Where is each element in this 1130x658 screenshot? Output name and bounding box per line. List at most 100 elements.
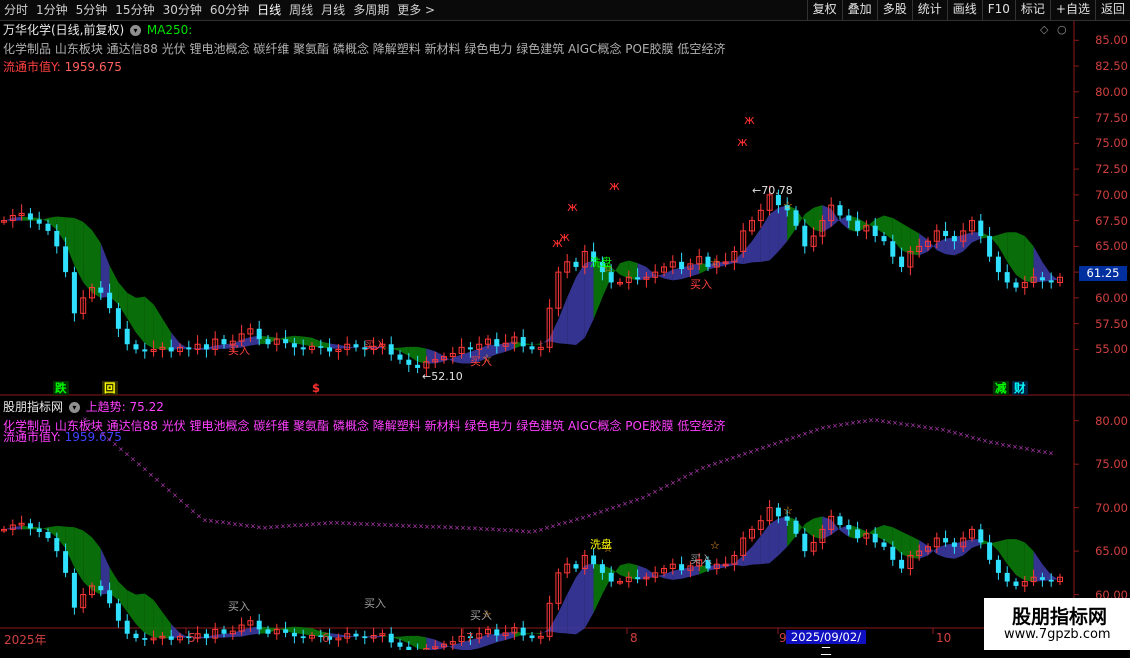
trend-band-segment (303, 627, 312, 636)
trend-band-segment (637, 263, 647, 281)
price-tick: 82.50 (1095, 59, 1128, 74)
trend-band-segment (4, 218, 13, 221)
candle-body (388, 633, 394, 643)
candle-body (757, 209, 764, 222)
trend-band-segment (92, 230, 101, 298)
candle-body (502, 342, 509, 347)
trend-band-segment (813, 516, 823, 540)
date-label: 5 (188, 631, 196, 645)
trend-band-segment (1033, 551, 1043, 582)
candle-body (740, 537, 747, 556)
period-tab[interactable]: 周线 (285, 0, 317, 20)
trend-band-segment (1042, 564, 1052, 582)
candle-body (819, 220, 826, 237)
candle-body (872, 533, 878, 543)
dropdown-icon[interactable]: ▾ (68, 402, 80, 413)
trend-band-segment (153, 304, 163, 350)
trend-band-segment (857, 527, 867, 540)
trend-band-segment (505, 341, 515, 352)
wash-signal: 洗盘 (590, 256, 612, 269)
stock-title[interactable]: 万华化学(日线,前复权) (3, 23, 124, 37)
candle-body (1030, 576, 1037, 583)
marker-fall[interactable]: 跌 (53, 381, 69, 395)
period-tab[interactable]: 更多 > (393, 0, 439, 20)
trend-band-segment (831, 209, 840, 228)
marker-back[interactable]: 回 (102, 381, 118, 395)
trend-cross: × (862, 417, 868, 425)
trend-band-segment (989, 234, 999, 247)
trend-cross: × (370, 521, 376, 529)
trend-band-segment (48, 525, 57, 538)
toolbar-button[interactable]: 标记 (1014, 0, 1050, 20)
candle-body (115, 603, 121, 621)
candle-body (679, 564, 685, 571)
period-tab[interactable]: 日线 (253, 0, 285, 20)
concept-tags: 化学制品 山东板块 通达信88 光伏 锂电池概念 碳纤维 聚氨酯 磷概念 降解塑… (3, 42, 726, 56)
candle-body (133, 633, 139, 639)
trend-cross: × (772, 440, 778, 448)
toolbar-button[interactable]: +自选 (1049, 0, 1095, 20)
trend-band-segment (250, 626, 260, 635)
trend-cross: × (928, 424, 934, 432)
kline-chart[interactable]: ×××××××××××××××××××× × × × × × × × × × × × × × × × × × × × ×… (0, 0, 1130, 650)
candle-body (837, 516, 843, 526)
trend-cross: × (1018, 444, 1024, 452)
candle-body (159, 635, 166, 639)
period-tab[interactable]: 多周期 (349, 0, 393, 20)
trend-band-segment (30, 526, 40, 530)
toolbar-button[interactable]: 复权 (806, 0, 842, 20)
candle-body (608, 272, 614, 283)
trend-band-segment (65, 217, 75, 266)
trend-cross: × (376, 521, 382, 529)
period-tab[interactable]: 月线 (317, 0, 349, 20)
trend-cross: × (178, 497, 184, 505)
candle-body (1048, 579, 1054, 582)
candle-body (115, 308, 121, 329)
trend-band-segment (1051, 274, 1060, 282)
trend-cross: × (388, 521, 394, 529)
trend-band-segment (549, 612, 559, 633)
marker-dollar[interactable]: $ (310, 381, 322, 395)
trend-cross: × (1042, 449, 1048, 457)
sub-buy-signal: 买入 (470, 609, 492, 622)
trend-cross: × (736, 452, 742, 460)
toolbar-button[interactable]: 画线 (946, 0, 982, 20)
candle-body (283, 629, 289, 633)
circle-icon[interactable]: ○ (1057, 23, 1067, 36)
marker-reduce[interactable]: 减 (993, 381, 1009, 395)
trend-cross: × (754, 446, 760, 454)
period-tab[interactable]: 5分钟 (72, 0, 112, 20)
candle-body (397, 354, 403, 360)
toolbar-button[interactable]: 多股 (876, 0, 912, 20)
candle-body (581, 251, 588, 268)
candle-body (36, 219, 42, 224)
diamond-icon[interactable]: ◇ (1040, 23, 1048, 36)
trend-band-segment (787, 516, 796, 547)
period-tab[interactable]: 1分钟 (32, 0, 72, 20)
trend-band-segment (690, 262, 700, 277)
buy-signal: 买入 (470, 355, 492, 368)
marker-finance[interactable]: 财 (1012, 381, 1028, 395)
trend-band-segment (488, 634, 497, 646)
period-tab[interactable]: 15分钟 (111, 0, 158, 20)
indicator-title[interactable]: 股朋指标网 (3, 400, 63, 414)
toolbar-button[interactable]: 返回 (1094, 0, 1130, 20)
candle-body (617, 281, 623, 285)
candle-body (203, 344, 209, 350)
toolbar-button[interactable]: 统计 (911, 0, 947, 20)
period-tab[interactable]: 分时 (0, 0, 32, 20)
toolbar-button[interactable]: 叠加 (841, 0, 877, 20)
candle-body (731, 554, 738, 565)
trend-cross: × (994, 440, 1000, 448)
dropdown-icon[interactable]: ▾ (130, 25, 142, 36)
period-tab[interactable]: 60分钟 (206, 0, 253, 20)
trend-band-segment (875, 525, 884, 541)
candle-body (978, 220, 984, 237)
trend-band-segment (901, 223, 911, 255)
trend-cross: × (820, 424, 826, 432)
toolbar-button[interactable]: F10 (981, 0, 1015, 20)
period-tab[interactable]: 30分钟 (159, 0, 206, 20)
trend-cross: × (1048, 450, 1054, 458)
price-tick: 65.00 (1095, 239, 1128, 254)
candle-body (247, 328, 254, 335)
